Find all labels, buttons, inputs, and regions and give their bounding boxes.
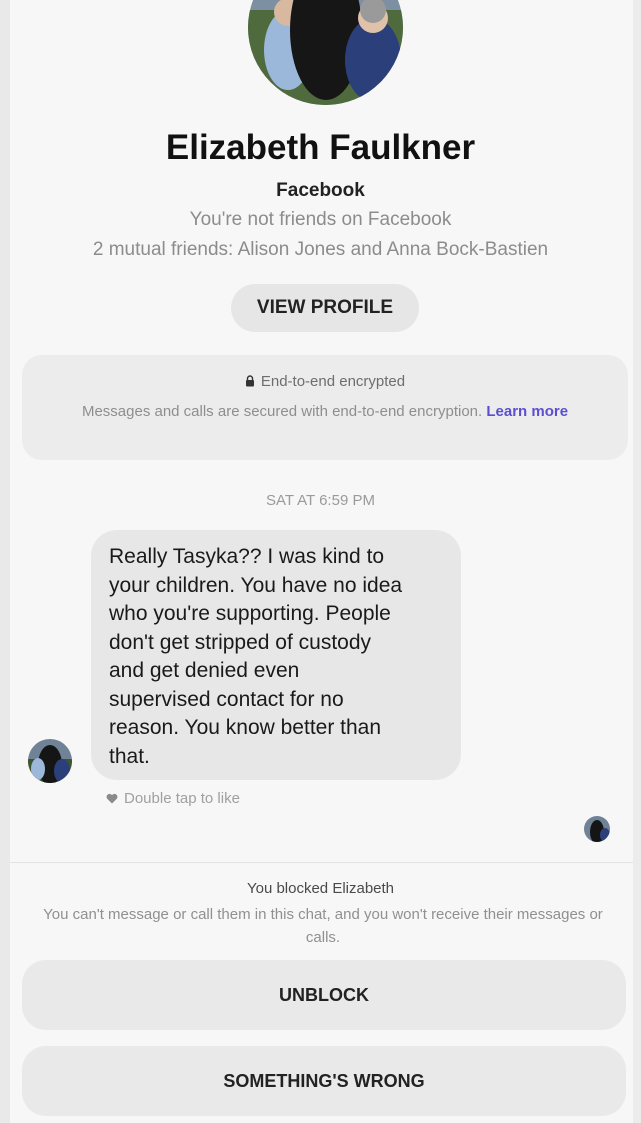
seen-receipt-avatar xyxy=(584,816,610,842)
view-profile-button[interactable]: VIEW PROFILE xyxy=(231,284,419,332)
heart-icon xyxy=(106,791,118,808)
blocked-title: You blocked Elizabeth xyxy=(246,880,395,897)
message-text: Really Tasyka?? I was kind to your child… xyxy=(109,545,403,768)
unblock-button[interactable]: UNBLOCK xyxy=(22,960,626,1030)
platform-label: Facebook xyxy=(276,180,365,201)
chat-screen: Elizabeth Faulkner Facebook You're not f… xyxy=(0,0,641,1123)
encryption-title-row: End-to-end encrypted xyxy=(22,373,628,391)
encryption-title: End-to-end encrypted xyxy=(260,373,406,390)
encryption-description-row: Messages and calls are secured with end-… xyxy=(42,399,608,424)
friend-status: You're not friends on Facebook xyxy=(189,209,452,230)
learn-more-link[interactable]: Learn more xyxy=(486,403,568,420)
message-bubble[interactable]: Really Tasyka?? I was kind to your child… xyxy=(91,530,461,780)
encryption-description: Messages and calls are secured with end-… xyxy=(81,403,483,420)
sender-avatar[interactable] xyxy=(28,739,72,783)
like-hint: Double tap to like xyxy=(106,790,240,808)
blocked-description: You can't message or call them in this c… xyxy=(43,906,603,946)
composer-divider xyxy=(10,862,633,863)
mutual-friends: 2 mutual friends: Alison Jones and Anna … xyxy=(92,239,549,260)
contact-name: Elizabeth Faulkner xyxy=(165,128,476,167)
profile-photo[interactable] xyxy=(248,0,403,105)
like-hint-text: Double tap to like xyxy=(124,790,240,807)
message-timestamp: SAT AT 6:59 PM xyxy=(266,492,375,509)
encryption-notice: End-to-end encrypted Messages and calls … xyxy=(22,355,628,460)
screen-edge-right xyxy=(633,0,641,1123)
screen-edge-left xyxy=(0,0,10,1123)
lock-icon xyxy=(245,374,255,391)
something-wrong-button[interactable]: SOMETHING'S WRONG xyxy=(22,1046,626,1116)
